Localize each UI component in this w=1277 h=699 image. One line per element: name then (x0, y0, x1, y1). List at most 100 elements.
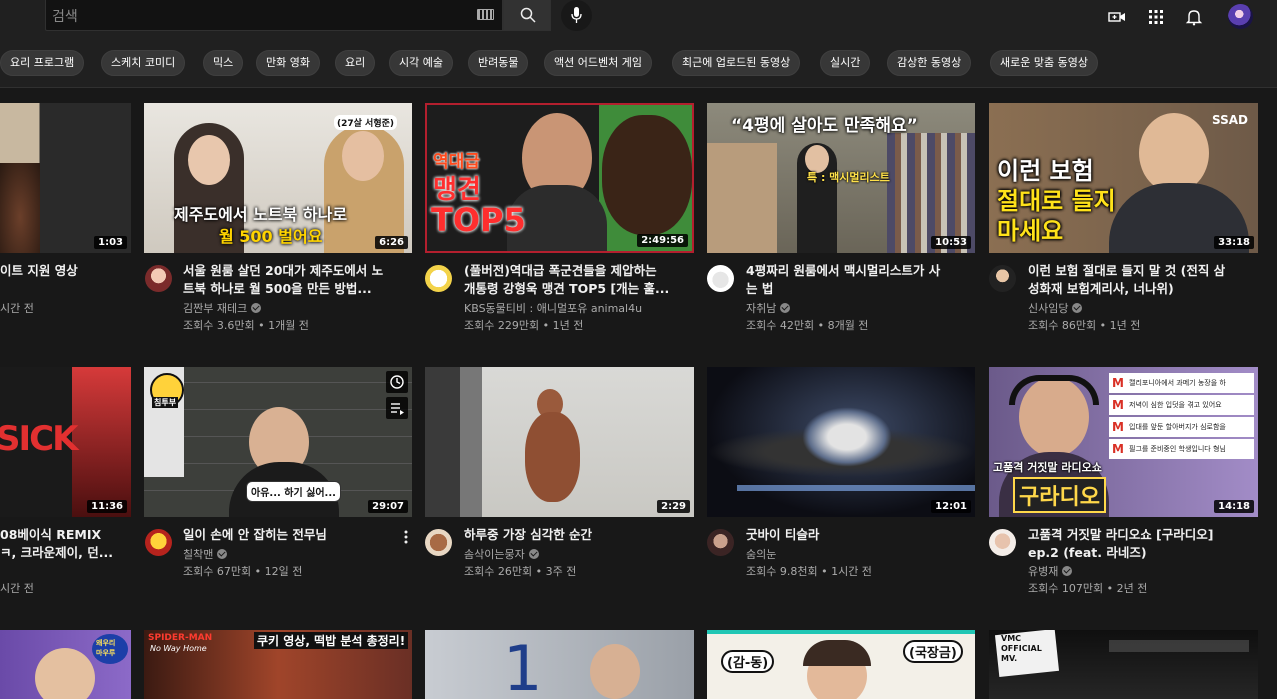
video-thumbnail[interactable]: M 캘리포니아에서 과메기 농장을 하 M 저녁이 심한 입덧을 겪고 있어요 M입… (989, 367, 1258, 517)
chip-live[interactable]: 실시간 (820, 50, 871, 76)
channel-avatar[interactable] (707, 265, 734, 292)
video-title[interactable]: 일이 손에 안 잡히는 전무님 (183, 526, 388, 544)
video-title[interactable]: (풀버전)역대급 폭군견들을 제압하는 (464, 262, 689, 280)
channel-name[interactable]: 김짠부 재테크 (183, 300, 262, 317)
chip-animation[interactable]: 만화 영화 (256, 50, 320, 76)
chip-action-adventure[interactable]: 액션 어드벤처 게임 (544, 50, 652, 76)
mic-icon (571, 7, 582, 23)
thumbnail-caption: 쿠키 영상, 떡밥 분석 총정리! (254, 632, 409, 649)
thumbnail-caption: 고품격 거짓말 라디오쇼 (993, 461, 1102, 474)
channel-name-text[interactable]: 신사임당 (1028, 302, 1068, 315)
channel-name[interactable]: 자취남 (746, 300, 791, 317)
channel-avatar[interactable] (145, 529, 172, 556)
video-thumbnail[interactable]: VMC OFFICIAL MV. (989, 630, 1258, 699)
channel-name[interactable]: 신사임당 (1028, 300, 1083, 317)
video-thumbnail[interactable]: 2:29 (425, 367, 694, 517)
thumbnail-caption: No Way Home (150, 644, 207, 653)
bell-icon[interactable] (1185, 8, 1203, 26)
channel-name[interactable]: 유병재 (1028, 563, 1073, 580)
video-title-line2[interactable]: 개통령 강형욱 맹견 TOP5 [개는 훌... (464, 280, 689, 298)
video-meta: 조회수 42만회 • 8개월 전 (746, 319, 869, 332)
video-title-line2[interactable]: 트북 하나로 월 500을 만든 방법... (183, 280, 408, 298)
video-thumbnail[interactable]: 역대급 맹견 TOP5 2:49:56 (425, 103, 694, 253)
video-thumbnail[interactable]: 1 (425, 630, 694, 699)
thumbnail-caption: 침투부 (152, 397, 179, 408)
email-line: 입대를 앞둔 할아버지가 심로함을 (1129, 423, 1226, 431)
video-title-line2[interactable]: 는 법 (746, 280, 971, 298)
channel-avatar[interactable] (989, 265, 1016, 292)
chip-watched[interactable]: 감상한 동영상 (887, 50, 972, 76)
channel-avatar[interactable] (989, 529, 1016, 556)
create-video-icon[interactable] (1108, 8, 1126, 26)
channel-name-text[interactable]: 자취남 (746, 302, 776, 315)
keyboard-icon[interactable] (477, 9, 494, 20)
thumbnail-caption: “4평에 살아도 만족해요” (731, 116, 918, 136)
video-thumbnail[interactable]: SICK 11:36 (0, 367, 131, 517)
duration-badge: 12:01 (931, 500, 971, 513)
video-thumbnail[interactable]: 침투부 아유... 하기 싫어... 29:07 (144, 367, 412, 517)
more-options-icon[interactable] (401, 529, 411, 545)
verified-icon (1072, 303, 1083, 313)
thumbnail-caption: 특 : 맥시멀리스트 (807, 171, 890, 184)
duration-badge: 2:49:56 (637, 234, 688, 247)
video-thumbnail[interactable]: (27살 서형준) 제주도에서 노트북 하나로 월 500 벌어요 6:26 (144, 103, 412, 253)
channel-name-text[interactable]: 솜삭이는뭉자 (464, 548, 525, 561)
video-title[interactable]: 하루중 가장 심각한 순간 (464, 526, 689, 544)
video-title[interactable]: 이트 지원 영상 (0, 262, 131, 280)
account-avatar[interactable] (1228, 4, 1253, 29)
duration-badge: 10:53 (931, 236, 971, 249)
chip-visual-art[interactable]: 시각 예술 (389, 50, 453, 76)
video-thumbnail[interactable]: “4평에 살아도 만족해요” 특 : 맥시멀리스트 10:53 (707, 103, 975, 253)
filter-chip-bar: 요리 프로그램 스케치 코미디 믹스 만화 영화 요리 시각 예술 반려동물 액… (0, 34, 1277, 88)
email-line: 저녁이 심한 입덧을 겪고 있어요 (1129, 401, 1222, 409)
channel-avatar[interactable] (425, 529, 452, 556)
thumbnail-caption: 왜우리 (96, 639, 116, 647)
thumbnail-caption: SICK (0, 419, 78, 459)
chip-sketch-comedy[interactable]: 스케치 코미디 (101, 50, 186, 76)
video-title[interactable]: 이런 보험 절대로 들지 말 것 (전직 삼 (1028, 262, 1258, 280)
search-button[interactable] (503, 0, 551, 31)
chip-cooking[interactable]: 요리 (335, 50, 376, 76)
channel-name-text[interactable]: 칠착맨 (183, 548, 213, 561)
video-title[interactable]: 4평짜리 원룸에서 맥시멀리스트가 사 (746, 262, 971, 280)
video-title[interactable]: 고품격 거짓말 라디오쇼 [구라디오] (1028, 526, 1258, 544)
video-thumbnail[interactable]: 왜우리 마우루 (0, 630, 131, 699)
channel-name[interactable]: 솜삭이는뭉자 (464, 546, 539, 563)
thumbnail-caption: (27살 서형준) (334, 115, 398, 130)
chip-cooking-program[interactable]: 요리 프로그램 (0, 50, 85, 76)
channel-name[interactable]: KBS동물티비 : 애니멀포유 animal4u (464, 300, 642, 317)
duration-badge: 1:03 (94, 236, 127, 249)
video-meta: 조회수 9.8천회 • 1시간 전 (746, 565, 872, 578)
chip-new-for-you[interactable]: 새로운 맞춤 동영상 (990, 50, 1098, 76)
chip-mix[interactable]: 믹스 (203, 50, 244, 76)
thumbnail-caption: 구라디오 (1013, 477, 1106, 513)
video-thumbnail[interactable]: SPIDER-MAN No Way Home 쿠키 영상, 떡밥 분석 총정리! (144, 630, 412, 699)
thumbnail-caption: VMC (1001, 634, 1022, 643)
video-title[interactable]: 서울 원룸 살던 20대가 제주도에서 노 (183, 262, 408, 280)
chip-recently-uploaded[interactable]: 최근에 업로드된 동영상 (672, 50, 801, 76)
verified-icon (1062, 566, 1073, 576)
video-thumbnail[interactable]: 12:01 (707, 367, 975, 517)
video-title-line2[interactable]: ep.2 (feat. 라네즈) (1028, 544, 1258, 562)
watch-later-button[interactable] (386, 371, 408, 393)
thumbnail-caption: 마세요 (997, 217, 1064, 245)
video-title-line2[interactable]: ㅋ, 크라운제이, 던... (0, 544, 131, 562)
video-title-line2[interactable]: 성화재 보험계리사, 너나위) (1028, 280, 1258, 298)
channel-avatar[interactable] (425, 265, 452, 292)
add-to-queue-button[interactable] (386, 397, 408, 419)
voice-search-button[interactable] (561, 0, 592, 31)
channel-name[interactable]: 칠착맨 (183, 546, 228, 563)
video-thumbnail[interactable]: SSAD 이런 보험 절대로 들지 마세요 33:18 (989, 103, 1258, 253)
channel-avatar[interactable] (707, 529, 734, 556)
chip-pets[interactable]: 반려동물 (468, 50, 529, 76)
video-thumbnail[interactable]: (감-동) (국장금) (707, 630, 975, 699)
video-title[interactable]: 굿바이 티슬라 (746, 526, 971, 544)
channel-name-text[interactable]: 김짠부 재테크 (183, 302, 247, 315)
video-thumbnail[interactable]: 1:03 (0, 103, 131, 253)
apps-grid-icon[interactable] (1147, 8, 1165, 26)
channel-name-text[interactable]: 유병재 (1028, 565, 1058, 578)
search-input[interactable]: 검색 (45, 0, 503, 31)
channel-name[interactable]: 숨의눈 (746, 546, 776, 563)
video-title[interactable]: 08베이식 REMIX (0, 526, 131, 544)
channel-avatar[interactable] (145, 265, 172, 292)
